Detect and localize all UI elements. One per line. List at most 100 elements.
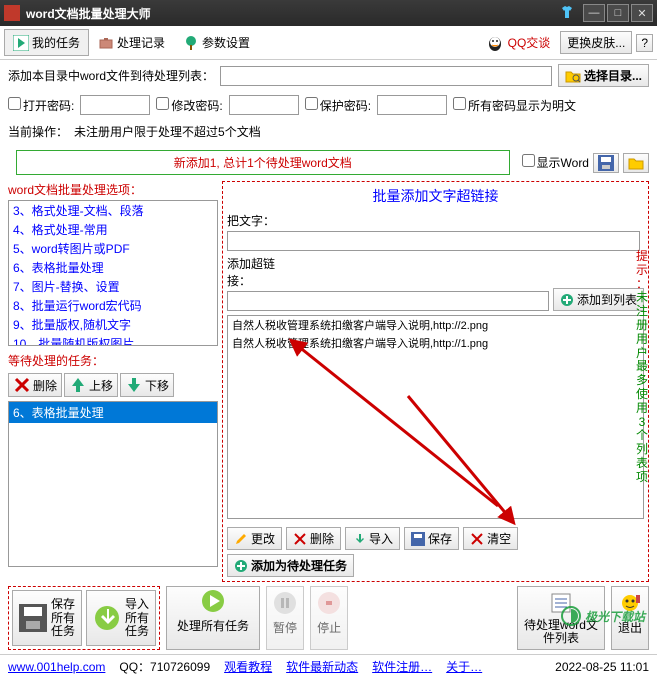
- protect-pwd-check[interactable]: 保护密码:: [305, 97, 371, 114]
- options-item[interactable]: 9、批量版权,随机文字: [9, 315, 217, 334]
- open-pwd-check[interactable]: 打开密码:: [8, 97, 74, 114]
- options-item[interactable]: 7、图片-替换、设置: [9, 277, 217, 296]
- modify-pwd-check[interactable]: 修改密码:: [156, 97, 222, 114]
- hyperlink-list[interactable]: 自然人税收管理系统扣缴客户端导入说明,http://2.png自然人税收管理系统…: [227, 315, 644, 519]
- import-button[interactable]: 导入: [345, 527, 400, 550]
- move-down-button[interactable]: 下移: [120, 373, 174, 397]
- help-button[interactable]: ?: [636, 34, 653, 52]
- tutorial-link[interactable]: 观看教程: [224, 658, 272, 675]
- briefcase-icon: [98, 35, 114, 51]
- options-item[interactable]: 5、word转图片或PDF: [9, 239, 217, 258]
- show-word-check[interactable]: 显示Word: [522, 154, 589, 171]
- plus-green-icon: [234, 559, 248, 573]
- stop-icon: [317, 591, 341, 615]
- register-link[interactable]: 软件注册…: [372, 658, 432, 675]
- add-pending-button[interactable]: 添加为待处理任务: [227, 554, 354, 577]
- options-item[interactable]: 10、批量随机版权图片: [9, 334, 217, 346]
- delete-button[interactable]: 删除: [286, 527, 341, 550]
- save-import-group: 保存所有任务 导入所有任务: [8, 586, 160, 650]
- app-logo-icon: [4, 5, 20, 21]
- password-row: 打开密码: 修改密码: 保护密码: 所有密码显示为明文: [0, 91, 657, 119]
- pending-list[interactable]: 6、表格批量处理: [8, 401, 218, 567]
- modify-pwd-input[interactable]: [229, 95, 299, 115]
- maximize-button[interactable]: □: [607, 4, 629, 22]
- main-tabs: 我的任务 处理记录 参数设置 QQ交谈 更换皮肤... ?: [0, 26, 657, 60]
- save-button[interactable]: 保存: [404, 527, 459, 550]
- tab-settings[interactable]: 参数设置: [174, 29, 259, 56]
- save-all-button[interactable]: 保存所有任务: [12, 590, 82, 646]
- x-icon: [13, 376, 31, 394]
- link-label: 添加超链接：: [227, 255, 297, 289]
- current-op-row: 当前操作： 未注册用户限于处理不超过5个文档: [0, 119, 657, 144]
- import-all-button[interactable]: 导入所有任务: [86, 590, 156, 646]
- side-tip: 提示：未注册用户最多使用3个列表项: [635, 250, 649, 485]
- delete-task-button[interactable]: 删除: [8, 373, 62, 397]
- play-icon: [13, 35, 29, 51]
- text-input[interactable]: [227, 231, 640, 251]
- up-arrow-icon: [69, 376, 87, 394]
- link-input[interactable]: [227, 291, 549, 311]
- window-title: word文档批量处理大师: [26, 5, 559, 22]
- down-arrow-icon: [125, 376, 143, 394]
- titlebar: word文档批量处理大师 — □ ✕: [0, 0, 657, 26]
- hyperlink-item[interactable]: 自然人税收管理系统扣缴客户端导入说明,http://1.png: [228, 334, 643, 352]
- run-all-button[interactable]: 处理所有任务: [166, 586, 260, 650]
- qq-chat-link[interactable]: QQ交谈: [508, 34, 551, 51]
- minimize-button[interactable]: —: [583, 4, 605, 22]
- watermark-icon: [561, 606, 581, 626]
- tshirt-icon[interactable]: [559, 5, 575, 21]
- panel-title: 批量添加文字超链接: [227, 186, 644, 206]
- play-large-icon: [201, 589, 225, 613]
- options-item[interactable]: 6、表格批量处理: [9, 258, 217, 277]
- pause-button[interactable]: 暂停: [266, 586, 304, 650]
- watermark: 极光下载站: [561, 606, 645, 626]
- import-large-icon: [93, 604, 121, 632]
- text-label: 把文字：: [227, 212, 297, 229]
- options-item[interactable]: 4、格式处理-常用: [9, 220, 217, 239]
- clear-button[interactable]: 清空: [463, 527, 518, 550]
- options-item[interactable]: 3、格式处理-文档、段落: [9, 201, 217, 220]
- current-op-label: 当前操作：: [8, 123, 68, 140]
- stop-button[interactable]: 停止: [310, 586, 348, 650]
- directory-input[interactable]: [220, 66, 552, 86]
- folder-open-icon: [628, 155, 644, 171]
- hyperlink-item[interactable]: 自然人税收管理系统扣缴客户端导入说明,http://2.png: [228, 316, 643, 334]
- open-icon-button[interactable]: [623, 153, 649, 173]
- status-text: 新添加1, 总计1个待处理word文档: [20, 154, 506, 171]
- pending-item[interactable]: 6、表格批量处理: [9, 402, 217, 423]
- status-bar: 新添加1, 总计1个待处理word文档: [16, 150, 510, 175]
- add-directory-row: 添加本目录中word文件到待处理列表： 选择目录...: [0, 60, 657, 91]
- add-to-list-button[interactable]: 添加到列表: [553, 288, 644, 311]
- move-up-button[interactable]: 上移: [64, 373, 118, 397]
- skin-button[interactable]: 更换皮肤...: [560, 31, 632, 54]
- import-icon: [352, 532, 366, 546]
- modify-button[interactable]: 更改: [227, 527, 282, 550]
- options-item[interactable]: 8、批量运行word宏代码: [9, 296, 217, 315]
- options-title: word文档批量处理选项：: [8, 181, 218, 198]
- news-link[interactable]: 软件最新动态: [286, 658, 358, 675]
- annotation-arrows: [268, 336, 528, 526]
- options-list[interactable]: 3、格式处理-文档、段落4、格式处理-常用5、word转图片或PDF6、表格批量…: [8, 200, 218, 346]
- qq-icon[interactable]: [486, 34, 504, 52]
- hyperlink-panel: 批量添加文字超链接 把文字： 添加超链接： 添加到列表 自然人税收管理系统扣缴客…: [222, 181, 649, 582]
- folder-search-icon: [565, 68, 581, 84]
- pencil-icon: [234, 532, 248, 546]
- about-link[interactable]: 关于…: [446, 658, 482, 675]
- clear-icon: [470, 532, 484, 546]
- add-dir-label: 添加本目录中word文件到待处理列表：: [8, 67, 214, 84]
- tab-my-tasks[interactable]: 我的任务: [4, 29, 89, 56]
- choose-dir-button[interactable]: 选择目录...: [558, 64, 649, 87]
- tab-history[interactable]: 处理记录: [89, 29, 174, 56]
- plus-icon: [560, 293, 574, 307]
- pending-title: 等待处理的任务：: [8, 352, 218, 369]
- floppy-icon: [598, 155, 614, 171]
- open-pwd-input[interactable]: [80, 95, 150, 115]
- floppy-large-icon: [19, 604, 47, 632]
- plain-pwd-check[interactable]: 所有密码显示为明文: [453, 97, 576, 114]
- close-button[interactable]: ✕: [631, 4, 653, 22]
- x-red-icon: [293, 532, 307, 546]
- site-link[interactable]: www.001help.com: [8, 660, 105, 674]
- footer-time: 2022-08-25 11:01: [555, 660, 649, 674]
- protect-pwd-input[interactable]: [377, 95, 447, 115]
- save-icon-button[interactable]: [593, 153, 619, 173]
